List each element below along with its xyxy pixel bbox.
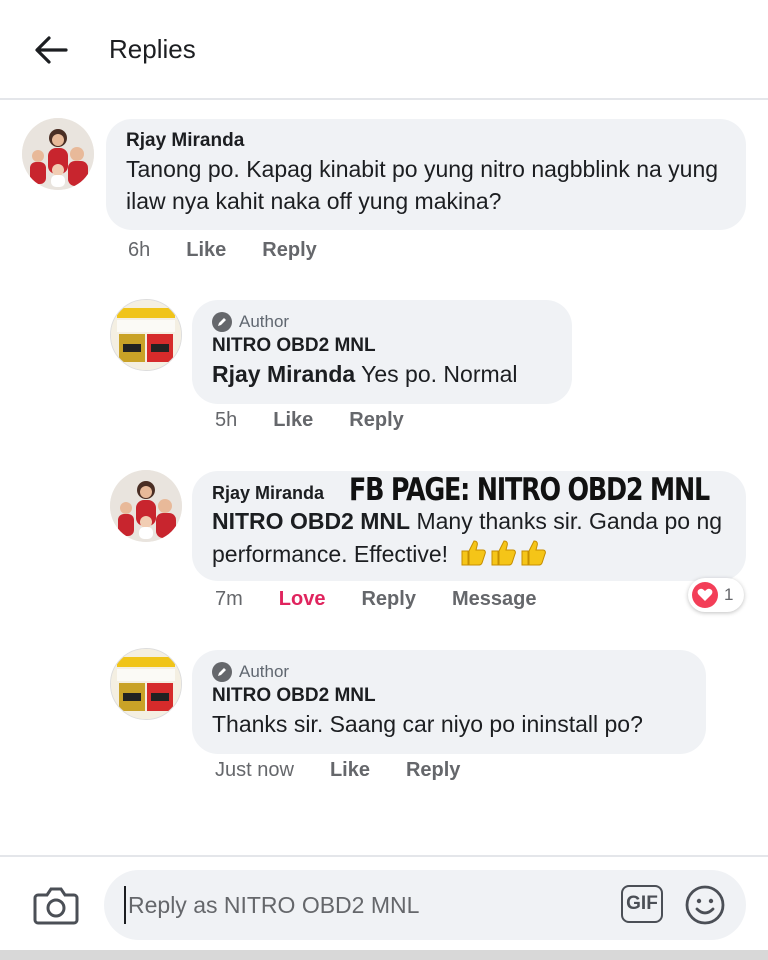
comment-text: Tanong po. Kapag kinabit po yung nitro n… [126,156,719,214]
reply-button[interactable]: Reply [361,588,415,611]
pencil-icon [212,662,232,682]
comment-time: 6h [128,238,151,261]
author-badge: Author [212,310,552,334]
avatar[interactable] [110,470,182,542]
comment-time: 5h [215,408,238,431]
reply-input-container: GIF [104,870,746,940]
mention-tag[interactable]: Rjay Miranda [212,361,355,387]
pencil-icon [212,312,232,332]
gif-button[interactable]: GIF [621,885,663,923]
reply-button[interactable]: Reply [262,239,316,262]
commenter-name[interactable]: NITRO OBD2 MNL [212,334,552,358]
reply-button[interactable]: Reply [349,409,403,432]
comment-bubble: Author NITRO OBD2 MNL Rjay Miranda Yes p… [192,300,572,404]
love-button[interactable]: Love [279,588,326,611]
reply-composer: GIF [0,855,768,950]
comment-text: Rjay Miranda Yes po. Normal [212,358,552,390]
comment-actions: 6h Like Reply [128,236,353,264]
reply-button[interactable]: Reply [406,759,460,782]
arrow-left-icon [35,36,68,64]
avatar[interactable] [110,648,182,720]
author-label: Author [239,662,290,681]
message-button[interactable]: Message [452,588,537,611]
commenter-name[interactable]: NITRO OBD2 MNL [212,684,686,708]
comment-text: NITRO OBD2 MNL Many thanks sir. Ganda po… [212,505,726,575]
comment-bubble: Author NITRO OBD2 MNL Thanks sir. Saang … [192,650,706,754]
top-bar: Replies [0,0,768,100]
comment-text: Thanks sir. Saang car niyo po ininstall … [212,711,643,737]
camera-button[interactable] [32,883,80,927]
author-badge: Author [212,660,686,684]
heart-icon [692,582,718,608]
bottom-strip [0,950,768,960]
mention-tag[interactable]: NITRO OBD2 MNL [212,508,410,534]
reaction-count: 1 [724,585,734,604]
thumbs-up-icon [458,537,547,575]
comment-body: Yes po. Normal [361,361,518,387]
back-button[interactable] [30,30,72,70]
author-label: Author [239,312,290,331]
avatar[interactable] [22,118,94,190]
reaction-summary[interactable]: 1 [688,578,744,612]
comment-bubble: Rjay Miranda Tanong po. Kapag kinabit po… [106,119,746,230]
like-button[interactable]: Like [186,239,226,262]
comment-time: 7m [215,587,243,610]
reply-input[interactable] [124,886,594,924]
camera-icon [33,887,79,925]
avatar[interactable] [110,299,182,371]
smiley-icon [685,885,725,925]
comment-actions: 7m Love Reply Message [215,585,572,613]
comment-actions: Just now Like Reply [215,756,496,784]
emoji-button[interactable] [684,884,726,926]
comment-actions: 5h Like Reply [215,406,440,434]
watermark-banner: FB PAGE: NITRO OBD2 MNL [349,472,710,508]
page-title: Replies [109,34,196,64]
commenter-name[interactable]: Rjay Miranda [126,129,726,153]
like-button[interactable]: Like [330,759,370,782]
like-button[interactable]: Like [273,409,313,432]
comment-time: Just now [215,758,294,781]
